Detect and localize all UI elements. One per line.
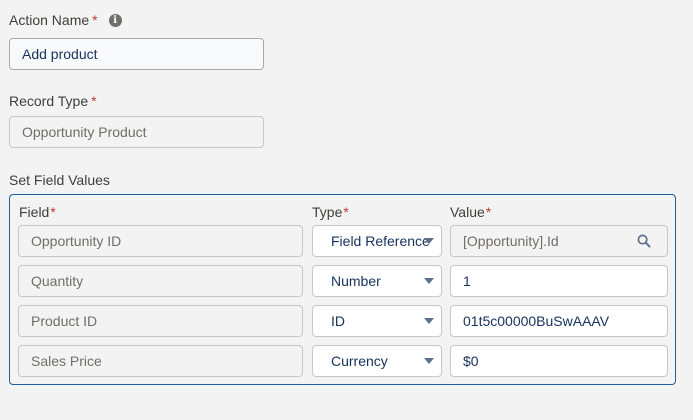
info-icon[interactable]: i <box>108 13 122 27</box>
record-type-label-text: Record Type <box>9 93 89 109</box>
row-field-sales-price: Sales Price <box>18 345 303 377</box>
record-type-label: Record Type * <box>9 93 97 109</box>
row-value-input-4[interactable]: $0 <box>450 345 668 377</box>
row-value-input-3[interactable]: 01t5c00000BuSwAAAV <box>450 305 668 337</box>
action-name-label: Action Name * i <box>9 12 122 28</box>
type-header-text: Type <box>312 204 343 220</box>
chevron-down-icon <box>424 278 434 284</box>
required-marker: * <box>92 12 98 28</box>
row-value-input-2[interactable]: 1 <box>450 265 668 297</box>
required-marker: * <box>50 204 56 220</box>
action-name-label-text: Action Name <box>9 12 90 28</box>
row-type-select-1[interactable]: Field Reference <box>312 225 442 257</box>
row-field-product-id: Product ID <box>18 305 303 337</box>
field-values-panel: Field* Type* Value* Opportunity ID Field… <box>9 194 676 385</box>
required-marker: * <box>343 204 349 220</box>
required-marker: * <box>91 93 97 109</box>
action-name-input[interactable]: Add product <box>9 38 264 70</box>
field-header-text: Field <box>19 204 50 220</box>
type-column-header: Type* <box>312 204 349 220</box>
search-icon[interactable] <box>637 234 651 248</box>
row-field-opportunity-id: Opportunity ID <box>18 225 303 257</box>
record-type-field: Opportunity Product <box>9 116 264 148</box>
set-field-values-label: Set Field Values <box>9 172 110 188</box>
field-column-header: Field* <box>19 204 56 220</box>
type-select-value: Field Reference <box>331 233 430 249</box>
chevron-down-icon <box>424 358 434 364</box>
type-select-value: Number <box>331 273 381 289</box>
type-select-value: ID <box>331 313 345 329</box>
value-column-header: Value* <box>450 204 491 220</box>
value-header-text: Value <box>450 204 485 220</box>
row-type-select-3[interactable]: ID <box>312 305 442 337</box>
value-text: [Opportunity].Id <box>463 233 559 249</box>
row-value-input-1[interactable]: [Opportunity].Id <box>450 225 668 257</box>
row-type-select-2[interactable]: Number <box>312 265 442 297</box>
row-field-quantity: Quantity <box>18 265 303 297</box>
chevron-down-icon <box>424 238 434 244</box>
row-type-select-4[interactable]: Currency <box>312 345 442 377</box>
type-select-value: Currency <box>331 353 388 369</box>
chevron-down-icon <box>424 318 434 324</box>
required-marker: * <box>485 204 492 220</box>
